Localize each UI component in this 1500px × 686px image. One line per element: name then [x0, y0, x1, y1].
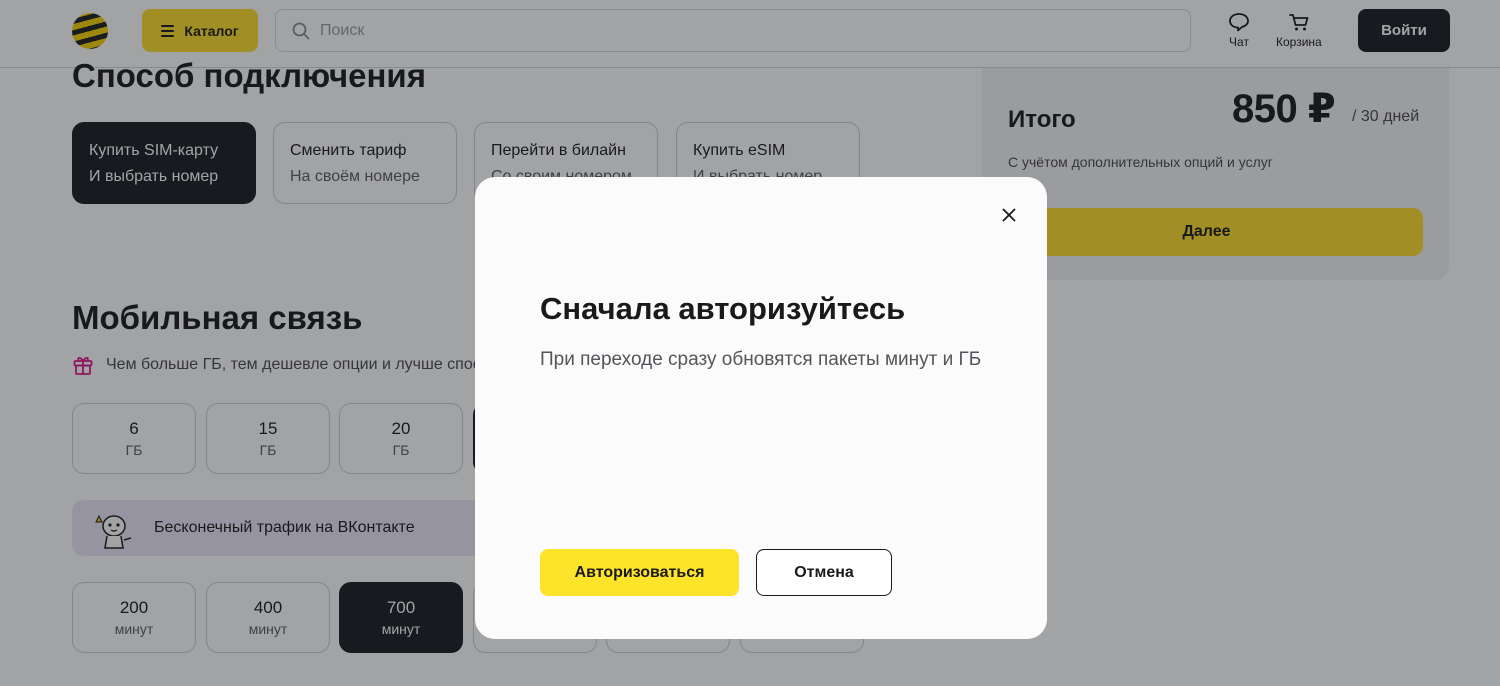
dialog-text: При переходе сразу обновятся пакеты мину… — [540, 349, 982, 370]
cancel-button[interactable]: Отмена — [756, 549, 892, 596]
close-icon — [1002, 208, 1016, 222]
authorize-button[interactable]: Авторизоваться — [540, 549, 739, 596]
auth-dialog: Сначала авторизуйтесь При переходе сразу… — [475, 177, 1047, 639]
close-button[interactable] — [997, 203, 1021, 227]
dialog-title: Сначала авторизуйтесь — [540, 291, 906, 326]
